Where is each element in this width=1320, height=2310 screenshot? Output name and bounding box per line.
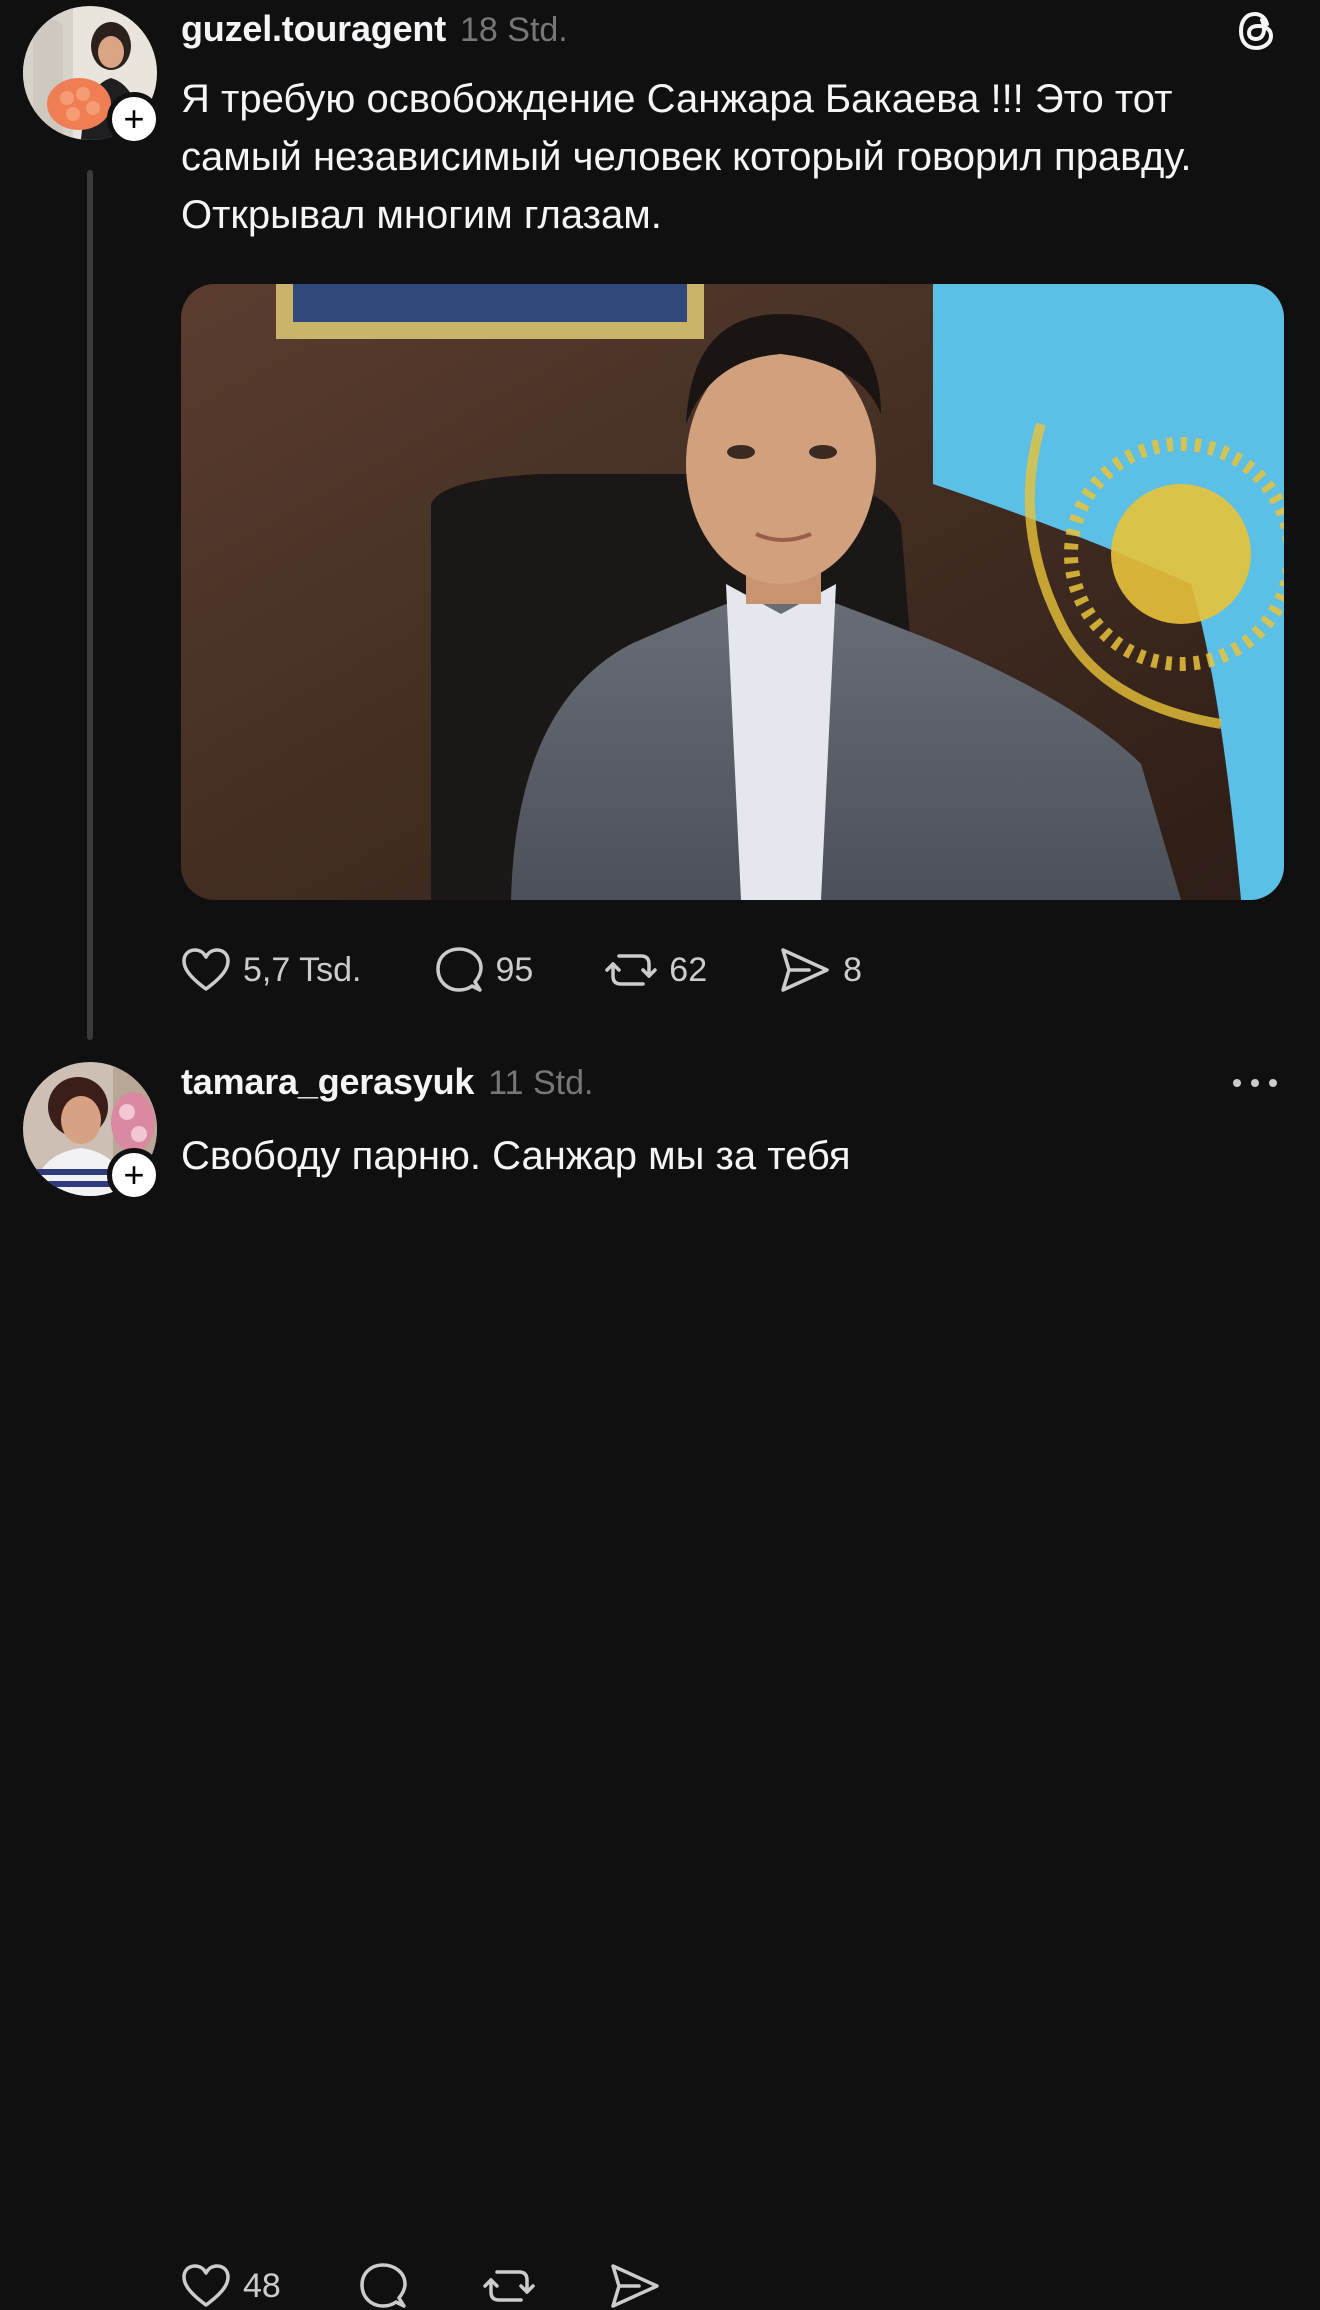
- timestamp: 11 Std.: [488, 1064, 594, 1102]
- like-count: 48: [243, 2266, 281, 2305]
- comment-bubble-icon: [436, 947, 484, 992]
- share-button[interactable]: [609, 2262, 661, 2310]
- follow-plus-button[interactable]: +: [107, 1148, 161, 1202]
- comment-count: 95: [495, 950, 534, 989]
- share-count: 8: [843, 950, 863, 989]
- thread-reply: + tamara_gerasyuk 11 Std. Свободу парню.…: [0, 1045, 1320, 2308]
- threads-logo-icon[interactable]: [1234, 8, 1280, 54]
- repost-button[interactable]: 62: [605, 946, 707, 994]
- send-icon: [781, 948, 829, 992]
- post-image[interactable]: [181, 284, 1284, 900]
- thread-connector-line: [87, 170, 93, 1040]
- follow-plus-button[interactable]: +: [107, 92, 161, 146]
- more-dots-icon[interactable]: [1230, 1073, 1280, 1093]
- comment-button[interactable]: 95: [435, 946, 533, 994]
- like-count: 5,7 Tsd.: [243, 950, 362, 989]
- comment-bubble-icon: [360, 2263, 407, 2308]
- send-icon: [611, 2264, 659, 2308]
- post-header: tamara_gerasyuk 11 Std.: [181, 1061, 593, 1103]
- post-header: guzel.touragent 18 Std.: [181, 8, 568, 50]
- repost-button[interactable]: [483, 2262, 535, 2310]
- like-button[interactable]: 48: [181, 2263, 281, 2309]
- post-actions: 5,7 Tsd. 95 62 8: [181, 946, 862, 994]
- repost-icon: [605, 954, 658, 986]
- username[interactable]: guzel.touragent: [181, 8, 446, 50]
- comment-button[interactable]: [359, 2262, 407, 2310]
- heart-icon: [182, 2264, 230, 2307]
- repost-count: 62: [669, 950, 708, 989]
- heart-icon: [182, 948, 230, 991]
- author-avatar-container[interactable]: +: [23, 6, 161, 146]
- post-text: Я требую освобождение Санжара Бакаева !!…: [181, 77, 1192, 237]
- username[interactable]: tamara_gerasyuk: [181, 1061, 474, 1103]
- like-button[interactable]: 5,7 Tsd.: [181, 947, 361, 993]
- post-text: Свободу парню. Санжар мы за тебя: [181, 1134, 851, 1178]
- portrait-photo: [181, 284, 1284, 900]
- repost-icon: [483, 2270, 535, 2302]
- post-actions: 48: [181, 2262, 661, 2310]
- author-avatar-container[interactable]: +: [23, 1062, 161, 1202]
- timestamp: 18 Std.: [460, 11, 568, 49]
- thread-post: + guzel.touragent 18 Std. Я требую освоб…: [0, 0, 1320, 1045]
- share-button[interactable]: 8: [779, 946, 862, 994]
